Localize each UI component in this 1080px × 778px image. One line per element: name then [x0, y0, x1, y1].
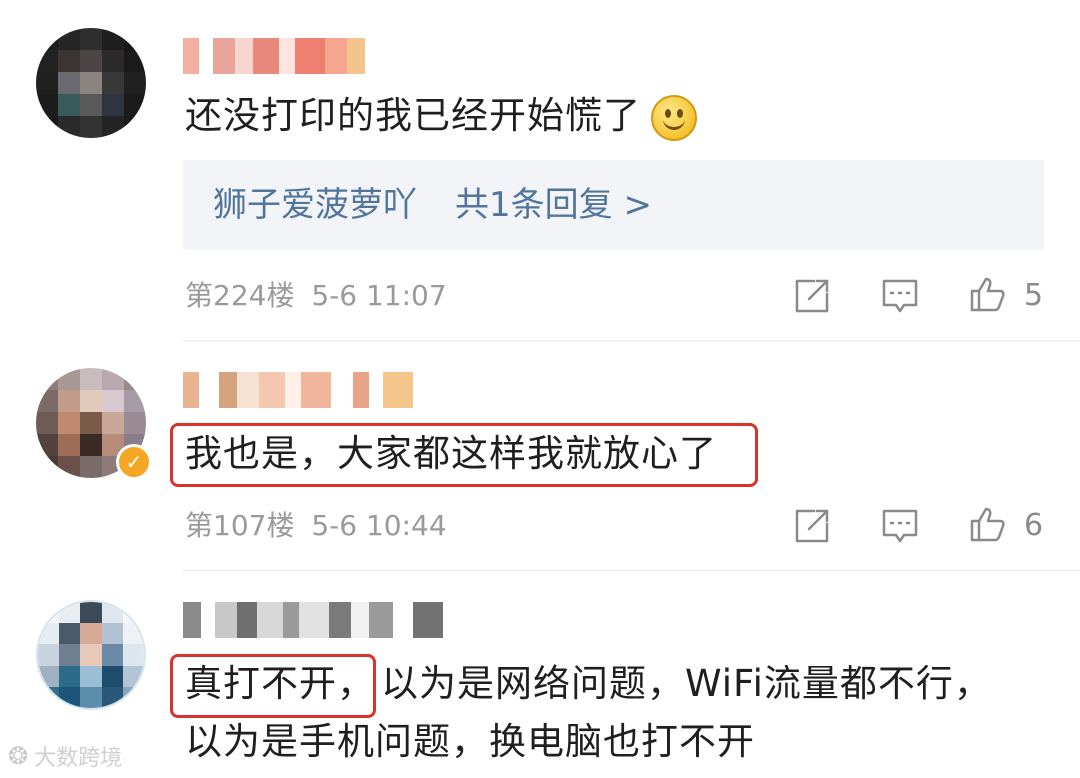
avatar-pixelated-image [36, 28, 146, 138]
username-pixelated[interactable] [183, 372, 413, 408]
watermark-logo-icon: ❂ [8, 742, 29, 770]
reply-preview[interactable]: 狮子爱菠萝吖 共1条回复 > [183, 160, 1044, 250]
comment-item-3: 真打不开， 以为是网络问题，WiFi流量都不行， 以为是手机问题，换电脑也打不开 [0, 570, 1080, 778]
comment-icon[interactable] [880, 276, 920, 316]
comment-item-1: 还没打印的我已经开始慌了 狮子爱菠萝吖 共1条回复 > 第224楼 5-6 11… [0, 0, 1080, 340]
comment-text: 真打不开， 以为是网络问题，WiFi流量都不行， [185, 658, 992, 710]
comment-text-highlighted: 真打不开， [185, 662, 375, 705]
verified-badge-icon: ✓ [116, 444, 152, 480]
share-icon[interactable] [792, 276, 832, 316]
comment-time: 5-6 11:07 [311, 279, 447, 312]
reply-count-link[interactable]: 共1条回复 > [455, 180, 652, 230]
like-count: 6 [1024, 508, 1044, 543]
comment-item-2: ✓ 我也是，大家都这样我就放心了 第107楼 5-6 10:44 6 [0, 340, 1080, 570]
comment-text: 我也是，大家都这样我就放心了 [185, 432, 717, 475]
floor-number: 第224楼 [185, 279, 295, 312]
share-icon[interactable] [792, 506, 832, 546]
like-count: 5 [1024, 278, 1044, 313]
like-icon[interactable] [968, 274, 1008, 314]
comment-text-rest: 以为是网络问题，WiFi流量都不行， [381, 662, 992, 705]
avatar[interactable] [36, 600, 146, 710]
avatar[interactable] [36, 28, 146, 138]
reply-username-link[interactable]: 狮子爱菠萝吖 [213, 180, 417, 230]
comment-meta: 第224楼 5-6 11:07 [185, 276, 447, 316]
smiley-emoji-icon [651, 94, 697, 141]
floor-number: 第107楼 [185, 509, 295, 542]
username-pixelated[interactable] [183, 38, 393, 74]
watermark: ❂ 大数跨境 [8, 740, 122, 772]
watermark-text: 大数跨境 [34, 746, 123, 771]
comment-icon[interactable] [880, 506, 920, 546]
avatar-pixelated-image [38, 602, 144, 708]
comment-time: 5-6 10:44 [311, 509, 447, 542]
username-pixelated[interactable] [183, 602, 443, 638]
comment-text: 还没打印的我已经开始慌了 [185, 90, 697, 142]
like-icon[interactable] [968, 504, 1008, 544]
comment-meta: 第107楼 5-6 10:44 [185, 506, 447, 546]
comment-text-line2: 以为是手机问题，换电脑也打不开 [185, 720, 755, 763]
